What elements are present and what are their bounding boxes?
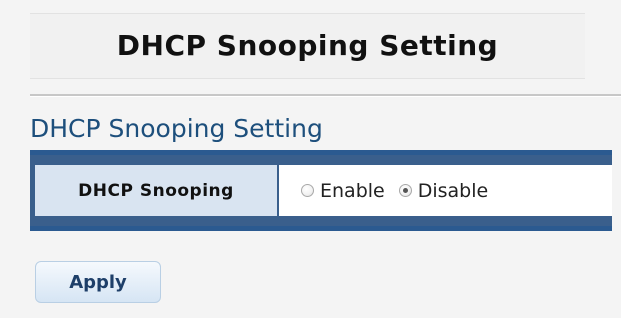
dhcp-snooping-row: DHCP Snooping Enable Disable bbox=[35, 165, 612, 216]
enable-radio-option[interactable]: Enable bbox=[301, 180, 385, 202]
disable-radio-button[interactable] bbox=[398, 184, 412, 197]
dhcp-snooping-options: Enable Disable bbox=[279, 165, 612, 216]
apply-button[interactable]: Apply bbox=[35, 261, 161, 303]
divider bbox=[30, 94, 621, 97]
dhcp-snooping-table: DHCP Snooping Enable Disable bbox=[30, 150, 612, 231]
settings-panel: DHCP Snooping Setting DHCP Snooping Sett… bbox=[0, 0, 621, 318]
dhcp-snooping-label: DHCP Snooping bbox=[35, 165, 279, 216]
section-title: DHCP Snooping Setting bbox=[30, 114, 323, 143]
disable-radio-label: Disable bbox=[417, 179, 489, 202]
enable-radio-label: Enable bbox=[320, 179, 385, 202]
page-title: DHCP Snooping Setting bbox=[116, 28, 499, 62]
enable-radio-button[interactable] bbox=[301, 184, 314, 197]
disable-radio-option[interactable]: Disable bbox=[398, 179, 489, 202]
